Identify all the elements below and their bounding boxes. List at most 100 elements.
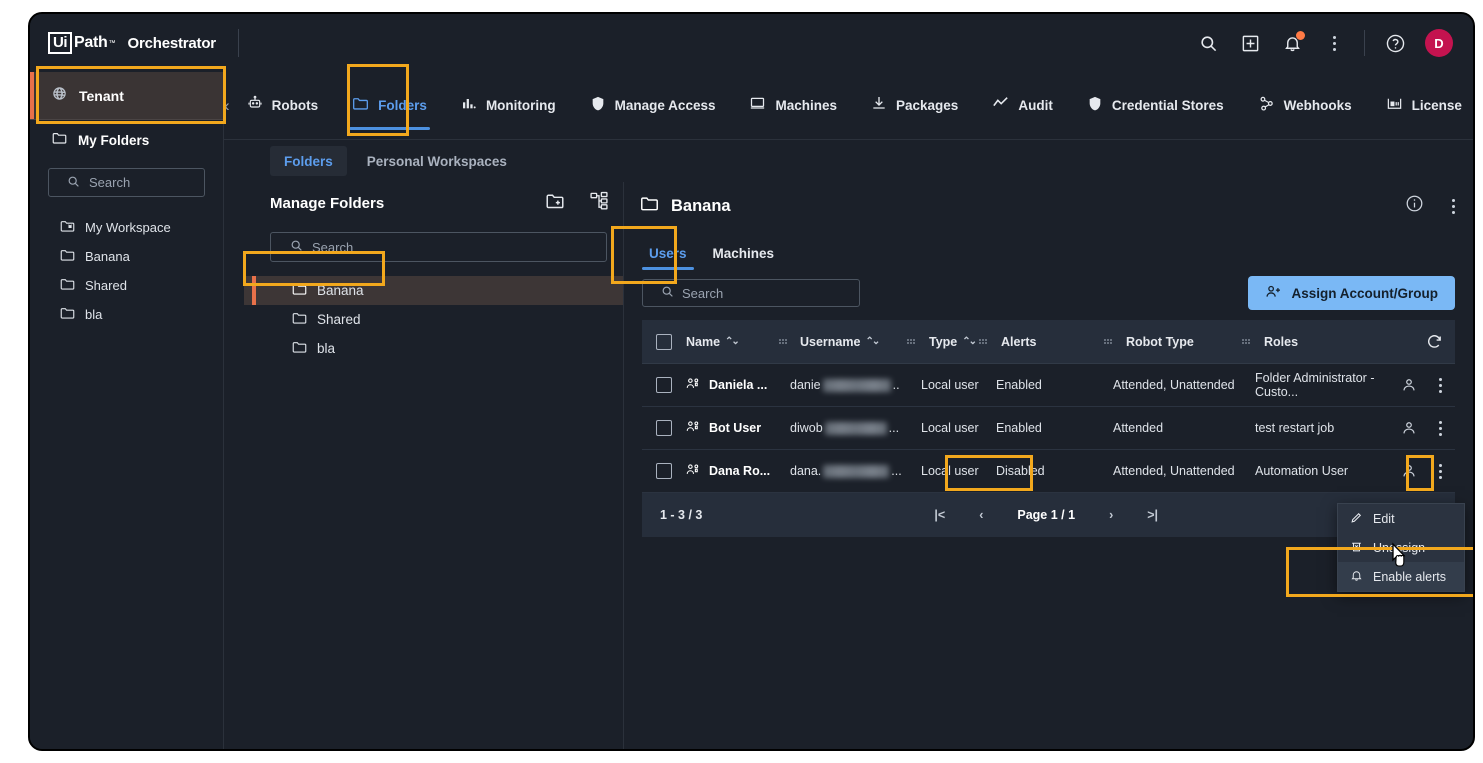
uipath-logo[interactable]: Ui Path ™ Orchestrator [30, 32, 216, 54]
cell-name-text: Daniela ... [709, 378, 768, 392]
manage-folders-actions [545, 191, 609, 215]
nav-tab-license[interactable]: License [1369, 72, 1473, 139]
cell-username: dana. ... [778, 464, 908, 478]
assign-account-group-button[interactable]: Assign Account/Group [1248, 276, 1455, 310]
nav-tab-packages[interactable]: Packages [854, 72, 975, 139]
add-folder-icon[interactable] [545, 192, 565, 215]
pagination-last-button[interactable]: >| [1147, 508, 1158, 522]
product-name: Orchestrator [127, 34, 216, 52]
column-resize-grip[interactable] [778, 339, 788, 344]
webhook-icon [1258, 95, 1275, 117]
row-checkbox[interactable] [656, 463, 672, 479]
more-vertical-icon[interactable] [1452, 198, 1455, 214]
pagination-prev-button[interactable]: ‹ [979, 508, 983, 522]
sidebar-item-tenant[interactable]: Tenant [30, 72, 223, 120]
column-resize-grip[interactable] [1103, 339, 1113, 344]
folder-row-label: Banana [317, 283, 364, 298]
column-header-robot-type[interactable]: Robot Type [1113, 335, 1241, 349]
table-row[interactable]: Daniela ... danie .. Local user Enabled … [642, 364, 1455, 407]
context-menu-item-edit[interactable]: Edit [1338, 504, 1464, 533]
nav-tab-credential-stores[interactable]: Credential Stores [1070, 72, 1241, 139]
cell-name-text: Dana Ro... [709, 464, 771, 478]
pagination-first-button[interactable]: |< [934, 508, 945, 522]
sidebar-folder-bla[interactable]: bla [30, 300, 223, 329]
row-more-menu-icon[interactable] [1425, 463, 1455, 479]
select-all-checkbox[interactable] [656, 333, 672, 350]
pagination-next-button[interactable]: › [1109, 508, 1113, 522]
cell-name: Daniela ... [686, 377, 778, 393]
sidebar-folder-shared[interactable]: Shared [30, 271, 223, 300]
column-label: Type [929, 334, 958, 349]
tab-machines[interactable]: Machines [706, 246, 782, 270]
row-more-menu-icon[interactable] [1425, 420, 1455, 436]
sidebar-folder-my-workspace[interactable]: My Workspace [30, 213, 223, 242]
sidebar-folder-label: My Workspace [85, 220, 171, 235]
folder-row-shared[interactable]: Shared [244, 305, 623, 334]
row-user-icon[interactable] [1393, 463, 1425, 479]
bell-icon [1350, 569, 1363, 585]
nav-tab-audit[interactable]: Audit [975, 72, 1070, 139]
folder-icon [640, 195, 659, 217]
table-row[interactable]: Bot User diwob ... Local user Enabled At… [642, 407, 1455, 450]
column-header-name[interactable]: Name ⌃⌄ [686, 335, 778, 349]
add-user-icon [1265, 284, 1282, 302]
avatar[interactable]: D [1425, 29, 1453, 57]
row-more-menu-icon[interactable] [1425, 377, 1455, 393]
nav-tab-webhooks[interactable]: Webhooks [1241, 72, 1369, 139]
column-resize-grip[interactable] [1241, 339, 1251, 344]
row-user-icon[interactable] [1393, 377, 1425, 393]
row-checkbox[interactable] [656, 377, 672, 393]
row-user-icon[interactable] [1393, 420, 1425, 436]
search-icon[interactable] [1196, 31, 1220, 55]
nav-tab-robots[interactable]: Robots [230, 72, 336, 139]
column-header-type[interactable]: Type ⌃⌄ [916, 335, 978, 349]
nav-active-underline [349, 127, 430, 130]
help-icon[interactable] [1383, 31, 1407, 55]
column-resize-grip[interactable] [978, 339, 988, 344]
cell-username-suffix: .. [892, 378, 900, 392]
sidebar-search-input[interactable]: Search [48, 168, 205, 197]
users-search-input[interactable]: Search [642, 279, 860, 307]
apps-grid-icon[interactable] [1238, 31, 1262, 55]
subtab-folders[interactable]: Folders [270, 146, 347, 176]
folder-icon [352, 96, 369, 116]
notifications-bell-icon[interactable] [1280, 31, 1305, 55]
logo-ui-mark: Ui [48, 32, 72, 54]
folder-row-banana[interactable]: Banana [244, 276, 623, 305]
refresh-icon[interactable] [1413, 333, 1455, 350]
sub-tabs: Folders Personal Workspaces [224, 140, 1473, 182]
nav-tab-label: Monitoring [485, 98, 556, 113]
column-resize-grip[interactable] [906, 339, 916, 344]
folder-row-bla[interactable]: bla [244, 334, 623, 363]
info-icon[interactable] [1405, 194, 1424, 218]
sidebar-folder-banana[interactable]: Banana [30, 242, 223, 271]
cell-username-prefix: dana. [790, 464, 822, 478]
folder-hierarchy-icon[interactable] [589, 191, 609, 215]
cell-username-prefix: diwob [790, 421, 823, 435]
cell-username-redacted [824, 421, 887, 435]
nav-tab-machines[interactable]: Machines [732, 72, 854, 139]
sidebar-item-my-folders[interactable]: My Folders [30, 120, 223, 160]
column-header-alerts[interactable]: Alerts [988, 335, 1103, 349]
folder-row-accent-bar [252, 276, 256, 305]
table-row[interactable]: Dana Ro... dana. ... Local user Disabled… [642, 450, 1455, 493]
more-vertical-icon[interactable] [1322, 31, 1346, 55]
sidebar-search-placeholder: Search [89, 175, 131, 190]
mouse-cursor [1388, 542, 1412, 577]
cell-username: diwob ... [778, 421, 908, 435]
tab-machines-label: Machines [712, 246, 775, 261]
nav-tab-folders[interactable]: Folders [335, 72, 444, 139]
nav-tab-label: Machines [775, 98, 838, 113]
column-header-roles[interactable]: Roles [1251, 335, 1413, 349]
nav-tab-manage-access[interactable]: Manage Access [573, 72, 733, 139]
subtab-personal-workspaces[interactable]: Personal Workspaces [353, 146, 521, 176]
nav-tab-monitoring[interactable]: Monitoring [444, 72, 573, 139]
tab-users[interactable]: Users [642, 246, 694, 270]
robot-icon [247, 95, 263, 116]
column-label: Alerts [1001, 334, 1037, 349]
sidebar-folder-label: Banana [85, 249, 130, 264]
row-checkbox[interactable] [656, 420, 672, 436]
manage-folders-search-input[interactable]: Search [270, 232, 607, 262]
column-header-username[interactable]: Username ⌃⌄ [788, 335, 906, 349]
cell-username-prefix: danie [790, 378, 821, 392]
